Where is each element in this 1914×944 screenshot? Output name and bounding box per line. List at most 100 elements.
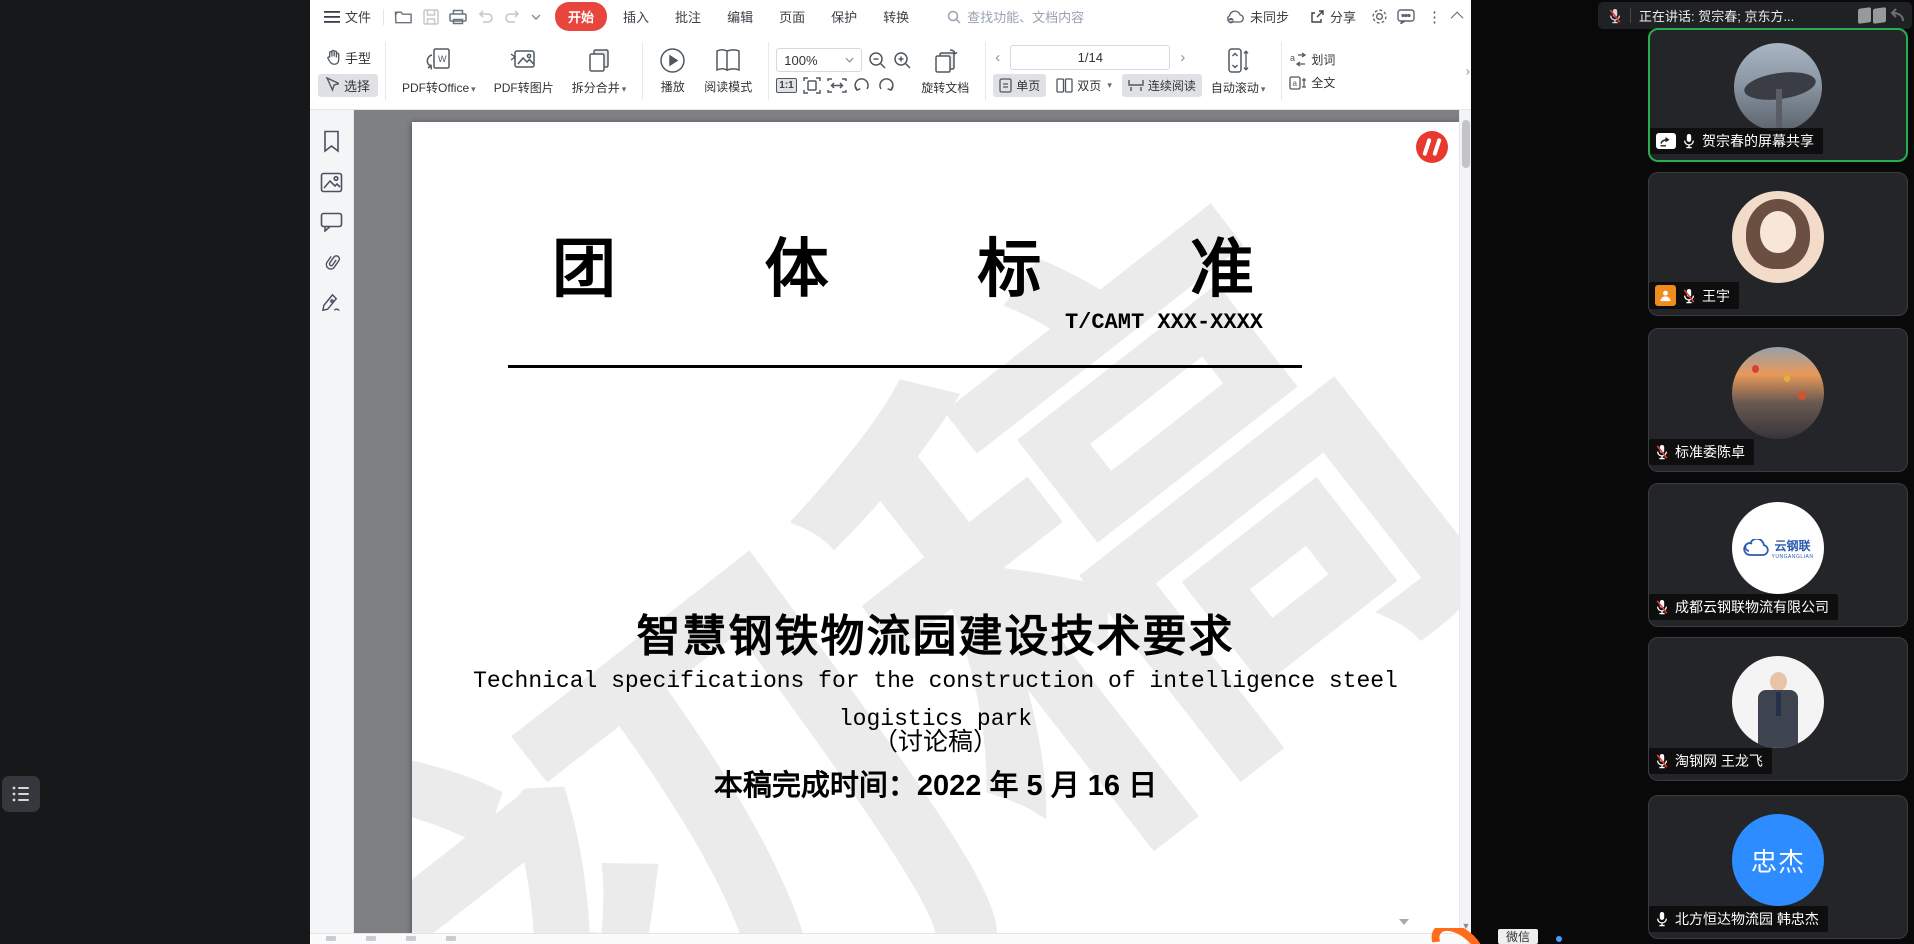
- split-merge-button[interactable]: 拆分合并▾: [563, 45, 636, 98]
- tab-protect[interactable]: 保护: [821, 3, 867, 30]
- open-file-icon[interactable]: [394, 9, 413, 25]
- svg-text:W: W: [438, 54, 447, 64]
- single-page-icon: [999, 78, 1012, 93]
- share-label: 分享: [1330, 7, 1356, 26]
- participant-tile[interactable]: 忠杰 北方恒达物流园 韩忠杰: [1648, 795, 1908, 939]
- word-translate-label: 划词: [1311, 51, 1335, 68]
- toolbar-expander[interactable]: ›: [1466, 64, 1470, 79]
- pdf-to-office-label: PDF转Office▾: [402, 79, 476, 96]
- menubar: 文件: [310, 0, 1471, 33]
- pdf-to-office-button[interactable]: W PDF转Office▾: [393, 45, 485, 98]
- page-indicator-input[interactable]: 1/14: [1010, 45, 1170, 70]
- signature-icon[interactable]: [320, 292, 343, 314]
- play-icon: [659, 47, 686, 74]
- double-page-button[interactable]: 双页 ▾: [1050, 74, 1118, 97]
- tab-convert[interactable]: 转换: [873, 3, 919, 30]
- layout-toggle-icons[interactable]: [1858, 8, 1906, 24]
- vertical-scrollbar[interactable]: ▼: [1459, 110, 1471, 933]
- mic-muted-icon: [1682, 288, 1696, 304]
- divider: [985, 42, 986, 100]
- screen: 文件: [0, 0, 1914, 944]
- participant-tile[interactable]: 标准委陈卓: [1648, 328, 1908, 472]
- zoom-out-icon[interactable]: [868, 51, 887, 70]
- fit-width-icon[interactable]: [827, 78, 847, 93]
- auto-scroll-button[interactable]: 自动滚动▾: [1202, 45, 1275, 98]
- actual-size-button[interactable]: 1:1: [776, 78, 796, 93]
- cloud-sync-icon: [1225, 10, 1245, 24]
- collapse-toolbar-icon[interactable]: [1451, 12, 1464, 25]
- participant-name: 淘钢网 王龙飞: [1675, 751, 1763, 771]
- standard-code: T/CAMT XXX-XXXX: [1065, 310, 1263, 335]
- zoom-group: 100% 1:1: [776, 48, 912, 94]
- search-input[interactable]: 查找功能、文档内容: [947, 7, 1097, 26]
- bookmark-icon[interactable]: [321, 130, 342, 153]
- status-icon-fragment: [366, 936, 376, 941]
- attachment-icon[interactable]: [321, 251, 342, 273]
- zoom-in-icon[interactable]: [893, 51, 912, 70]
- participant-tile[interactable]: 贺宗春的屏幕共享: [1648, 28, 1908, 162]
- undo-icon[interactable]: [477, 10, 494, 24]
- left-tool-rail: [310, 110, 354, 933]
- pdf-to-image-button[interactable]: PDF转图片: [485, 45, 563, 98]
- word-translate-button[interactable]: a 划词: [1289, 51, 1335, 68]
- mic-muted-icon: [1655, 444, 1669, 460]
- single-page-button[interactable]: 单页: [993, 74, 1046, 97]
- avatar: 云钢联 YUNGANGLIAN: [1732, 502, 1824, 594]
- scrollbar-thumb[interactable]: [1462, 120, 1470, 168]
- continuous-reading-button[interactable]: 连续阅读: [1122, 74, 1202, 97]
- fit-page-icon[interactable]: [803, 77, 821, 94]
- sync-status[interactable]: 未同步: [1219, 7, 1295, 26]
- comment-panel-icon[interactable]: [320, 212, 343, 232]
- participant-tile[interactable]: 云钢联 YUNGANGLIAN 成都云钢联物流有限公司: [1648, 483, 1908, 627]
- print-icon[interactable]: [449, 9, 467, 25]
- tab-page[interactable]: 页面: [769, 3, 815, 30]
- wps-pdf-window: 文件: [310, 0, 1471, 944]
- divider: [383, 9, 384, 25]
- pdf-page[interactable]: 初稿 团 体 标 准 T/CAMT XXX-XXXX 智慧钢铁物流园建设技术要求…: [412, 122, 1459, 933]
- pdf-to-image-icon: [509, 47, 539, 75]
- full-translate-button[interactable]: a 全文: [1289, 74, 1335, 91]
- rotate-document-button[interactable]: 旋转文档: [912, 45, 978, 98]
- zoom-level-dropdown[interactable]: 100%: [776, 48, 862, 72]
- speaking-text: 正在讲话: 贺宗春; 京东方...: [1639, 6, 1850, 25]
- more-quick-actions-icon[interactable]: [531, 14, 541, 20]
- participant-tile[interactable]: 淘钢网 王龙飞: [1648, 637, 1908, 781]
- tab-insert[interactable]: 插入: [613, 3, 659, 30]
- read-mode-button[interactable]: 阅读模式: [695, 46, 761, 97]
- mic-muted-icon[interactable]: [1608, 8, 1622, 24]
- document-canvas[interactable]: 初稿 团 体 标 准 T/CAMT XXX-XXXX 智慧钢铁物流园建设技术要求…: [354, 110, 1459, 933]
- participant-name: 贺宗春的屏幕共享: [1702, 131, 1814, 151]
- bottom-dropdown-caret[interactable]: [1399, 919, 1409, 925]
- more-menu-icon[interactable]: ⋮: [1424, 8, 1445, 26]
- rotate-left-icon[interactable]: [853, 77, 871, 94]
- dropdown-caret-icon: ▾: [1107, 80, 1112, 91]
- document-title: 智慧钢铁物流园建设技术要求: [412, 600, 1459, 664]
- tab-comment[interactable]: 批注: [665, 3, 711, 30]
- back-arrow-icon[interactable]: [1888, 8, 1906, 24]
- file-menu-label: 文件: [345, 7, 371, 26]
- share-button[interactable]: 分享: [1304, 7, 1362, 26]
- participant-tile[interactable]: 王宇: [1648, 172, 1908, 316]
- previous-page-button[interactable]: ‹: [993, 49, 1002, 66]
- desktop-left-strip: [0, 0, 310, 944]
- logo-subtext: YUNGANGLIAN: [1772, 554, 1814, 560]
- gear-icon[interactable]: [1371, 8, 1388, 25]
- image-panel-icon[interactable]: [320, 172, 343, 193]
- redo-icon[interactable]: [504, 10, 521, 24]
- chat-icon[interactable]: [1397, 9, 1415, 24]
- tab-home[interactable]: 开始: [555, 2, 607, 31]
- cursor-icon: [325, 77, 339, 93]
- auto-scroll-icon: [1225, 47, 1251, 75]
- next-page-button[interactable]: ›: [1178, 49, 1187, 66]
- hand-tool-button[interactable]: 手型: [318, 46, 378, 69]
- tab-edit[interactable]: 编辑: [717, 3, 763, 30]
- outline-panel-toggle-button[interactable]: [2, 776, 40, 812]
- rotate-right-icon[interactable]: [877, 77, 895, 94]
- play-label: 播放: [661, 78, 685, 95]
- file-menu[interactable]: 文件: [318, 7, 377, 26]
- participant-label: 标准委陈卓: [1649, 439, 1754, 465]
- save-icon[interactable]: [423, 9, 439, 25]
- play-button[interactable]: 播放: [650, 45, 695, 97]
- select-tool-button[interactable]: 选择: [318, 74, 378, 97]
- mic-muted-icon: [1655, 599, 1669, 615]
